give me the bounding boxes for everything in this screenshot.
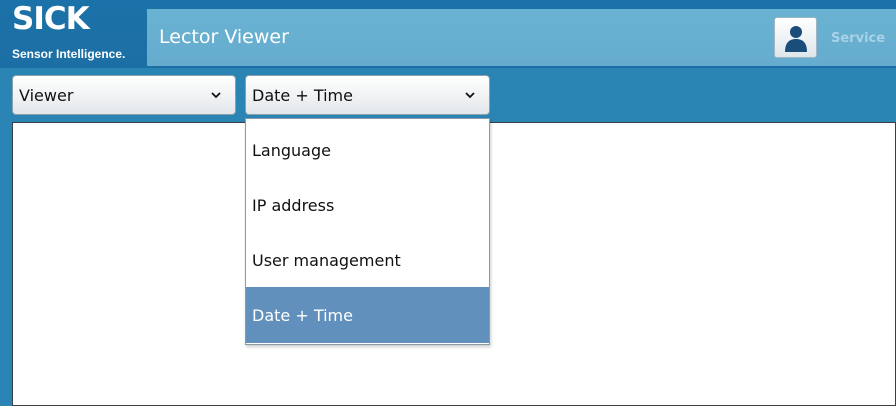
logo-tagline: Sensor Intelligence. — [12, 47, 126, 61]
menu-item-label: IP address — [252, 196, 335, 215]
chevron-down-icon — [211, 92, 221, 99]
settings-select-value: Date + Time — [252, 86, 353, 105]
menu-item-label: Language — [252, 141, 331, 160]
user-button[interactable] — [774, 17, 817, 58]
menu-item-label: User management — [252, 251, 401, 270]
title-bar: Lector Viewer Service — [147, 9, 896, 66]
user-icon — [785, 26, 807, 52]
menu-item-ip-address[interactable]: IP address — [246, 177, 489, 233]
menu-item-date-time[interactable]: Date + Time — [246, 287, 489, 343]
settings-dropdown-menu: Language IP address User management Date… — [245, 118, 490, 345]
settings-select[interactable]: Date + Time — [245, 75, 490, 115]
view-select[interactable]: Viewer — [12, 75, 236, 115]
logo-wordmark: SICK — [12, 1, 90, 37]
user-role-label[interactable]: Service — [831, 31, 885, 46]
menu-item-language[interactable]: Language — [246, 122, 489, 178]
top-bar: SICK Sensor Intelligence. Lector Viewer … — [0, 0, 896, 68]
view-select-value: Viewer — [19, 86, 74, 105]
chevron-down-icon — [465, 92, 475, 99]
menu-item-user-management[interactable]: User management — [246, 232, 489, 288]
menu-item-label: Date + Time — [252, 306, 353, 325]
sick-logo: SICK Sensor Intelligence. — [10, 1, 142, 65]
app-title: Lector Viewer — [159, 26, 289, 48]
